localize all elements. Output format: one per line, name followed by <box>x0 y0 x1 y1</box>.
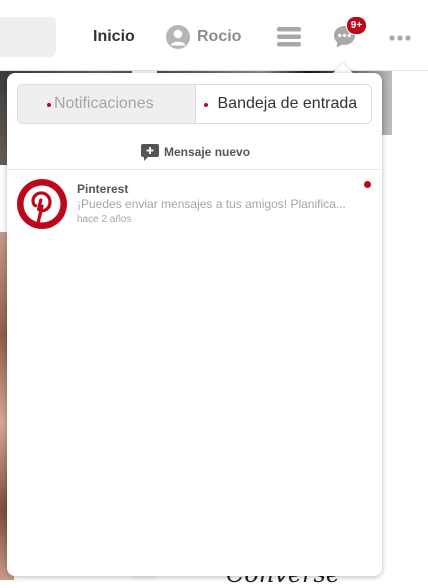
new-message-label: Mensaje nuevo <box>164 145 251 159</box>
tab-notifications-label: Notificaciones <box>54 95 154 112</box>
new-message-icon <box>141 143 159 161</box>
search-input[interactable] <box>0 17 56 57</box>
conversation-name: Pinterest <box>77 182 129 196</box>
unread-indicator <box>364 181 371 188</box>
messages-badge: 9+ <box>346 16 367 35</box>
conversation-time: hace 2 años <box>77 214 132 225</box>
unread-dot-icon <box>47 103 51 107</box>
new-message-button[interactable]: Mensaje nuevo <box>141 143 250 161</box>
user-avatar-icon <box>166 25 190 49</box>
top-header: Inicio Rocio 9+ <box>0 0 428 71</box>
conversation-item[interactable]: Pinterest ¡Puedes enviar mensajes a tus … <box>7 170 382 234</box>
tab-inbox[interactable]: Bandeja de entrada <box>194 85 371 123</box>
profile-link[interactable]: Rocio <box>166 25 241 49</box>
more-icon[interactable] <box>389 35 411 41</box>
nav-home-link[interactable]: Inicio <box>93 28 135 46</box>
menu-icon[interactable] <box>277 26 301 48</box>
conversation-preview: ¡Puedes enviar mensajes a tus amigos! Pl… <box>77 197 346 211</box>
pin-card[interactable] <box>374 205 428 580</box>
tab-notifications[interactable]: Notificaciones <box>18 85 195 123</box>
tab-inbox-label: Bandeja de entrada <box>217 95 358 112</box>
popover-tabs: Notificaciones Bandeja de entrada <box>17 84 372 124</box>
unread-dot-icon <box>203 103 208 107</box>
messages-popover: Notificaciones Bandeja de entrada Mensaj… <box>7 73 382 576</box>
profile-name: Rocio <box>197 28 242 45</box>
pinterest-logo-icon <box>17 179 67 229</box>
